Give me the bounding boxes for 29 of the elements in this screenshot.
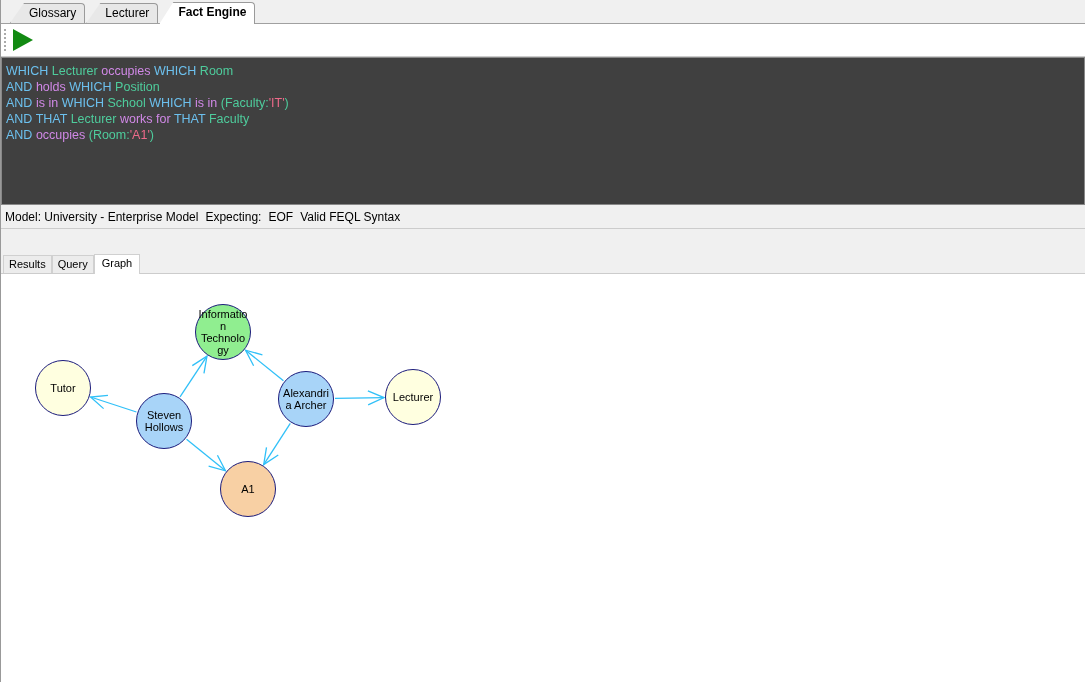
document-tab[interactable]: Fact Engine	[159, 2, 256, 24]
code-line: AND THAT Lecturer works for THAT Faculty	[6, 111, 251, 127]
status-text: EOF	[268, 208, 294, 226]
code-line: AND holds WHICH Position	[6, 79, 161, 95]
edge-arrow	[244, 349, 285, 382]
result-tab[interactable]: Query	[51, 255, 94, 273]
status-text: Expecting:	[205, 208, 262, 226]
result-tab[interactable]: Graph	[93, 254, 141, 274]
graph-node[interactable]: Tutor	[35, 360, 91, 416]
document-tab[interactable]: Lecturer	[86, 3, 159, 23]
graph-node[interactable]: Alexandria Archer	[278, 371, 334, 427]
status-text: Valid FEQL Syntax	[300, 208, 401, 226]
edge-arrow	[179, 354, 208, 398]
code-line: WHICH Lecturer occupies WHICH Room	[6, 63, 235, 79]
result-tab[interactable]: Results	[3, 255, 52, 273]
code-line: AND is in WHICH School WHICH is in (Faculty:'IT')	[6, 95, 290, 111]
edge-arrow	[262, 422, 291, 466]
query-editor[interactable]: WHICH Lecturer occupies WHICH Room AND holds WHICH Position AND is in WHICH School WHICH is in (Faculty:'IT') AND THAT Lecturer works for THAT Faculty AND occupies (Room:'A1')	[1, 57, 1085, 205]
document-tab[interactable]: Glossary	[10, 3, 86, 23]
edge-arrow	[185, 438, 227, 472]
code-line: AND occupies (Room:'A1')	[6, 127, 155, 143]
graph-node[interactable]: Lecturer	[385, 369, 441, 425]
edge-arrow	[334, 390, 386, 406]
status-text: Model: University - Enterprise Model	[5, 208, 199, 226]
graph-node[interactable]: A1	[220, 461, 276, 517]
edge-arrow	[89, 394, 138, 413]
graph-node[interactable]: Steven Hollows	[136, 393, 192, 449]
run-icon[interactable]	[12, 28, 34, 52]
graph-node[interactable]: Information Technology	[195, 304, 251, 360]
